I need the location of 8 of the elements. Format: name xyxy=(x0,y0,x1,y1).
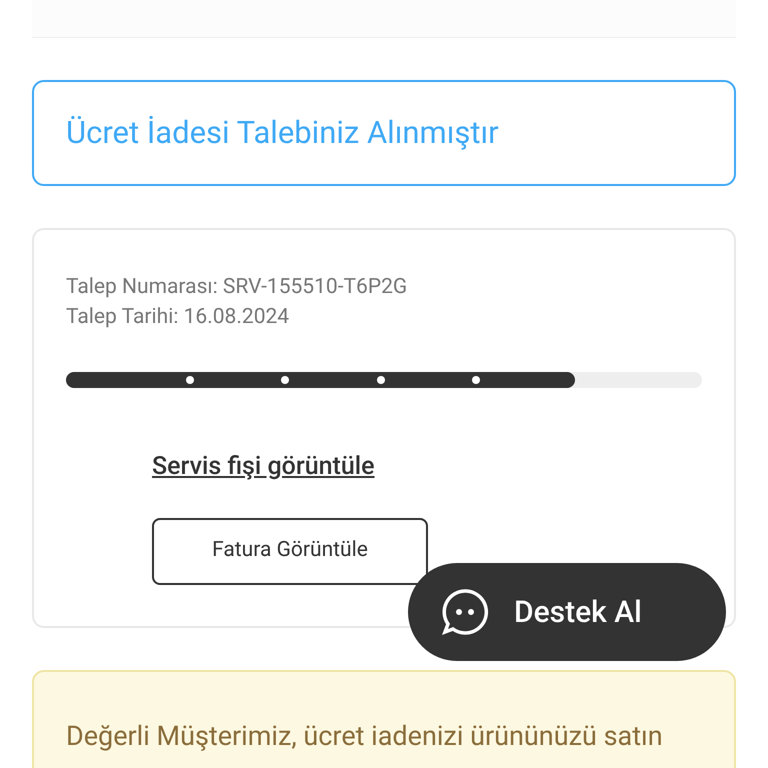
support-button[interactable]: Destek Al xyxy=(408,563,726,661)
info-text: Değerli Müşterimiz, ücret iadenizi ürününüzü satın xyxy=(66,719,664,754)
notice-title: Ücret İadesi Talebiniz Alınmıştır xyxy=(66,112,499,153)
chat-bubble-icon xyxy=(440,587,490,637)
service-receipt-link[interactable]: Servis fişi görüntüle xyxy=(152,452,375,481)
request-number: Talep Numarası: SRV-155510-T6P2G xyxy=(66,274,408,301)
invoice-button[interactable]: Fatura Görüntüle xyxy=(152,518,428,584)
request-date: Talep Tarihi: 16.08.2024 xyxy=(66,304,290,331)
